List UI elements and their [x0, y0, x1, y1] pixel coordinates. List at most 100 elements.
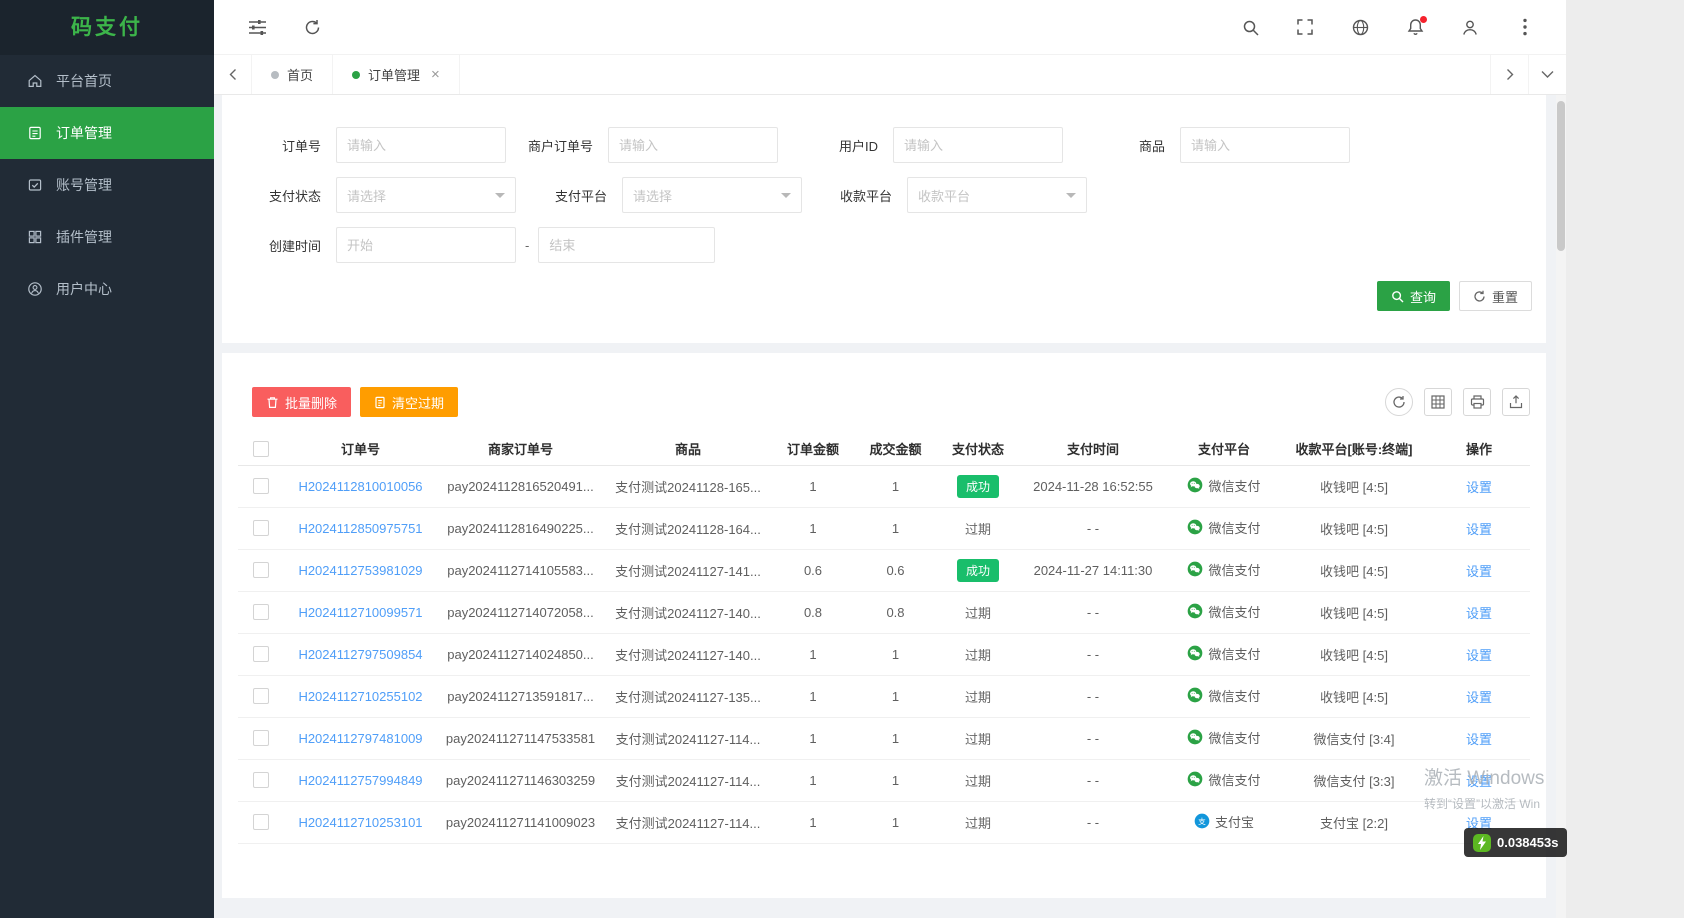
printer-icon: [1470, 395, 1484, 409]
order-amount-cell: 1: [773, 507, 853, 550]
user-profile-icon[interactable]: [1459, 16, 1481, 38]
export-button[interactable]: [1502, 388, 1530, 416]
tab-home[interactable]: 首页: [252, 55, 334, 94]
sidebar-item-order-management[interactable]: 订单管理: [0, 107, 214, 159]
order-no-link[interactable]: H2024112710253101: [298, 815, 422, 830]
tabs-scroll-left-button[interactable]: [214, 55, 252, 94]
user-id-input[interactable]: [893, 127, 1063, 163]
pay-platform-name: 微信支付: [1208, 562, 1261, 578]
fullscreen-icon[interactable]: [1294, 16, 1316, 38]
filter-order-no: 订单号: [250, 127, 506, 163]
order-no-input[interactable]: [336, 127, 506, 163]
order-no-link[interactable]: H2024112797509854: [298, 647, 422, 662]
batch-delete-button[interactable]: 批量删除: [252, 387, 352, 417]
sidebar-item-plugin-management[interactable]: 插件管理: [0, 211, 214, 263]
order-amount-cell: 1: [773, 633, 853, 676]
end-date-input[interactable]: [538, 227, 716, 263]
recv-platform-cell: 收钱吧 [4:5]: [1280, 549, 1428, 592]
settings-link[interactable]: 设置: [1466, 774, 1492, 789]
merchant-order-no-input[interactable]: [608, 127, 778, 163]
recv-platform-select[interactable]: 收款平台: [907, 177, 1087, 213]
column-settings-button[interactable]: [1424, 388, 1452, 416]
pay-platform-select[interactable]: 请选择: [622, 177, 802, 213]
order-table-panel: 批量删除 清空过期 订单号 商家订单号 商品 订单金额 成交金额 支付状态 支付…: [222, 353, 1546, 898]
search-icon[interactable]: [1239, 16, 1261, 38]
table-refresh-button[interactable]: [1385, 388, 1413, 416]
sidebar-item-platform-home[interactable]: 平台首页: [0, 55, 214, 107]
tabs-scroll-right-button[interactable]: [1490, 55, 1528, 94]
print-button[interactable]: [1463, 388, 1491, 416]
settings-link[interactable]: 设置: [1466, 690, 1492, 705]
search-button-label: 查询: [1409, 289, 1436, 305]
filter-merchant-order-no: 商户订单号: [522, 127, 778, 163]
row-checkbox[interactable]: [252, 814, 269, 831]
order-no-link[interactable]: H2024112797481009: [298, 731, 422, 746]
pay-platform-cell: 支 微信支付: [1187, 476, 1261, 495]
order-no-link[interactable]: H2024112810010056: [298, 479, 422, 494]
row-checkbox[interactable]: [252, 772, 269, 789]
filter-user-id: 用户ID: [807, 127, 1063, 163]
tabs-menu-button[interactable]: [1528, 55, 1566, 94]
paid-amount-cell: 1: [853, 507, 938, 550]
product-cell: 支付测试20241127-114...: [603, 759, 773, 802]
merchant-order-no-cell: pay2024112816490225...: [438, 507, 603, 550]
notifications-bell-icon[interactable]: [1404, 16, 1427, 38]
pay-status-badge: 成功: [956, 558, 999, 582]
pay-platform-cell: 支 微信支付: [1187, 686, 1261, 705]
wechat-pay-icon: [1188, 561, 1203, 577]
tab-close-icon[interactable]: ×: [431, 67, 440, 82]
product-input[interactable]: [1180, 127, 1350, 163]
row-checkbox[interactable]: [252, 604, 269, 621]
tab-label: 订单管理: [368, 68, 421, 83]
row-checkbox[interactable]: [252, 478, 269, 495]
row-checkbox[interactable]: [252, 646, 269, 663]
account-icon: [28, 179, 42, 191]
settings-link[interactable]: 设置: [1466, 732, 1492, 747]
sidebar-item-account-management[interactable]: 账号管理: [0, 159, 214, 211]
page-load-time-badge: 0.038453s: [1464, 828, 1568, 857]
recv-platform-cell: 收钱吧 [4:5]: [1280, 591, 1428, 634]
settings-link[interactable]: 设置: [1466, 606, 1492, 621]
refresh-icon: [1393, 396, 1405, 408]
more-menu-icon[interactable]: [1514, 16, 1536, 38]
order-no-link[interactable]: H2024112710099571: [298, 605, 422, 620]
filter-row-3: 创建时间 -: [236, 227, 1532, 263]
language-globe-icon[interactable]: [1349, 16, 1371, 38]
order-no-link[interactable]: H2024112753981029: [298, 563, 422, 578]
sidebar-item-user-center[interactable]: 用户中心: [0, 263, 214, 315]
settings-link[interactable]: 设置: [1466, 648, 1492, 663]
settings-link[interactable]: 设置: [1466, 480, 1492, 495]
pay-status-select[interactable]: 请选择: [336, 177, 516, 213]
reset-button[interactable]: 重置: [1458, 281, 1532, 311]
tab-order-management[interactable]: 订单管理 ×: [333, 55, 460, 94]
table-row: H2024112753981029 pay2024112714105583...…: [238, 549, 1530, 592]
sidebar-item-label: 账号管理: [56, 177, 112, 193]
settings-link[interactable]: 设置: [1466, 522, 1492, 537]
settings-link[interactable]: 设置: [1466, 564, 1492, 579]
row-checkbox[interactable]: [252, 688, 269, 705]
wechat-pay-icon: [1188, 729, 1203, 745]
start-date-input[interactable]: [336, 227, 516, 263]
filter-row-1: 订单号 商户订单号 用户ID 商品: [236, 127, 1532, 163]
order-no-link[interactable]: H2024112850975751: [298, 521, 422, 536]
vertical-scrollbar[interactable]: [1556, 95, 1566, 918]
merchant-order-no-cell: pay202411271141009023: [438, 801, 603, 844]
search-button[interactable]: 查询: [1376, 281, 1450, 311]
refresh-page-icon[interactable]: [301, 16, 323, 38]
pay-platform-name: 微信支付: [1208, 772, 1261, 788]
order-no-link[interactable]: H2024112710255102: [298, 689, 422, 704]
recv-platform-cell: 收钱吧 [4:5]: [1280, 507, 1428, 550]
row-checkbox[interactable]: [252, 562, 269, 579]
search-icon: [1392, 290, 1404, 302]
select-all-checkbox[interactable]: [252, 441, 269, 458]
row-checkbox[interactable]: [252, 730, 269, 747]
order-no-link[interactable]: H2024112757994849: [298, 773, 422, 788]
sidebar-item-label: 插件管理: [56, 229, 112, 245]
scrollbar-thumb[interactable]: [1557, 101, 1565, 251]
topbar-left: [246, 16, 323, 38]
recv-platform-cell: 微信支付 [3:3]: [1280, 759, 1428, 802]
main-area: 首页 订单管理 × 订单号 请输入 商户订单号 请输入 用户ID 请输入 商品 …: [214, 0, 1566, 918]
row-checkbox[interactable]: [252, 520, 269, 537]
clear-expired-button[interactable]: 清空过期: [360, 387, 459, 417]
collapse-sidebar-icon[interactable]: [246, 16, 268, 38]
